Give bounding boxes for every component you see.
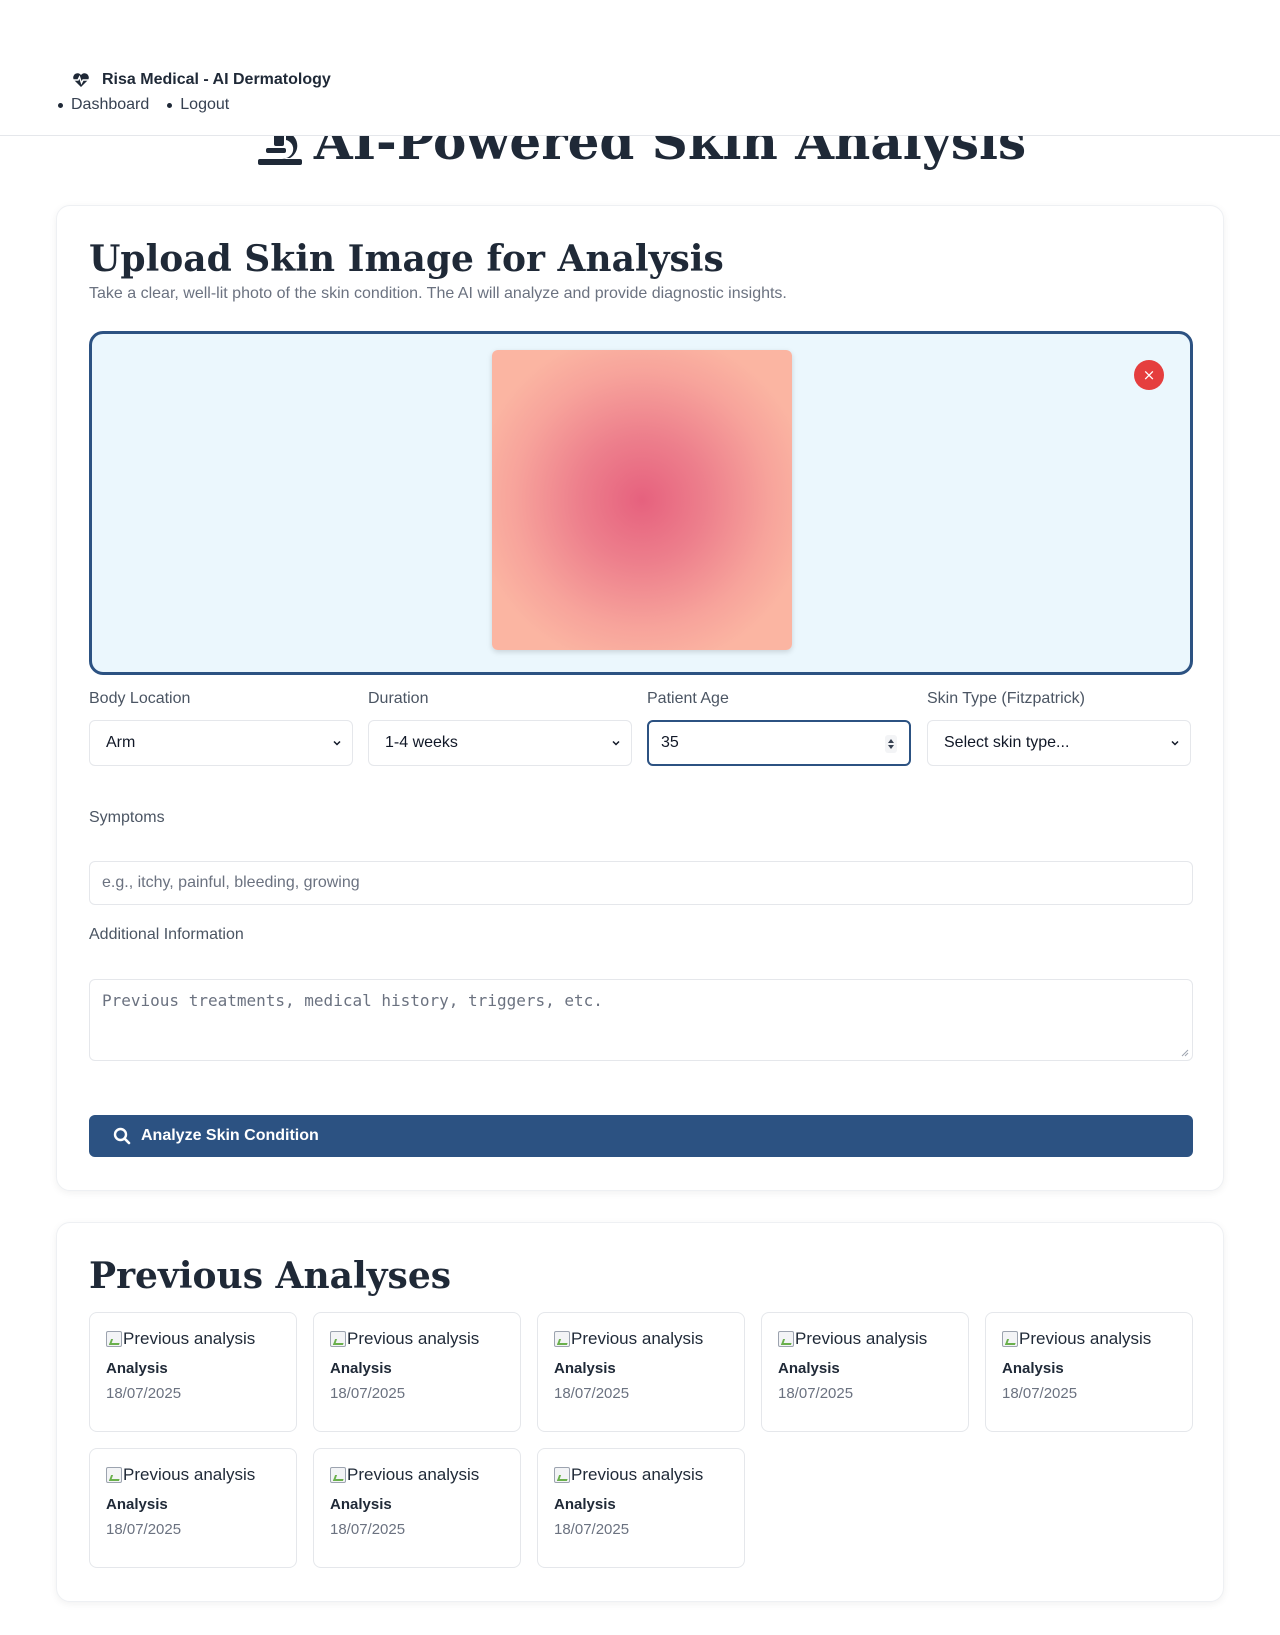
chevron-down-icon (333, 740, 341, 746)
history-item[interactable]: Previous analysis Analysis 18/07/2025 (313, 1312, 521, 1432)
history-item-label: Analysis (106, 1496, 168, 1513)
history-item-date: 18/07/2025 (554, 1385, 630, 1402)
history-item-date: 18/07/2025 (106, 1385, 182, 1402)
analyze-button-label: Analyze Skin Condition (141, 1127, 319, 1144)
history-thumbnail: Previous analysis (778, 1328, 952, 1350)
broken-image-icon (554, 1467, 570, 1483)
remove-image-button[interactable]: × (1134, 360, 1164, 390)
patient-age-value: 35 (661, 734, 679, 751)
history-item[interactable]: Previous analysis Analysis 18/07/2025 (537, 1312, 745, 1432)
history-item-date: 18/07/2025 (330, 1385, 406, 1402)
chevron-down-icon (612, 740, 620, 746)
history-item-date: 18/07/2025 (1002, 1385, 1078, 1402)
duration-value: 1-4 weeks (385, 734, 458, 751)
heartbeat-icon (73, 73, 89, 87)
thumbnail-alt-text: Previous analysis (123, 1329, 256, 1348)
upload-card: Upload Skin Image for Analysis Take a cl… (56, 205, 1224, 1191)
symptoms-input[interactable]: e.g., itchy, painful, bleeding, growing (89, 861, 1193, 905)
image-dropzone[interactable]: × (89, 331, 1193, 675)
brand-name: Risa Medical - AI Dermatology (102, 71, 331, 88)
resize-handle-icon[interactable] (1181, 1049, 1189, 1057)
additional-info-textarea[interactable]: Previous treatments, medical history, tr… (89, 979, 1193, 1061)
duration-select[interactable]: 1-4 weeks (368, 720, 632, 766)
history-thumbnail: Previous analysis (106, 1328, 280, 1350)
nav-list: Dashboard Logout (58, 96, 229, 114)
upload-title: Upload Skin Image for Analysis (89, 238, 724, 280)
broken-image-icon (778, 1331, 794, 1347)
broken-image-icon (1002, 1331, 1018, 1347)
thumbnail-alt-text: Previous analysis (571, 1465, 704, 1484)
history-title: Previous Analyses (89, 1255, 451, 1297)
history-item[interactable]: Previous analysis Analysis 18/07/2025 (761, 1312, 969, 1432)
history-thumbnail: Previous analysis (554, 1328, 728, 1350)
duration-label: Duration (368, 690, 429, 707)
nav-item-dashboard[interactable]: Dashboard (58, 96, 149, 114)
top-navbar: Risa Medical - AI Dermatology Dashboard … (0, 0, 1280, 136)
history-card: Previous Analyses Previous analysis Anal… (56, 1222, 1224, 1602)
body-location-label: Body Location (89, 690, 191, 707)
nav-item-logout[interactable]: Logout (167, 96, 229, 114)
history-item-label: Analysis (554, 1360, 616, 1377)
history-item-label: Analysis (554, 1496, 616, 1513)
thumbnail-alt-text: Previous analysis (347, 1329, 480, 1348)
image-preview (492, 350, 792, 650)
broken-image-icon (106, 1467, 122, 1483)
broken-image-icon (106, 1331, 122, 1347)
broken-image-icon (554, 1331, 570, 1347)
body-location-select[interactable]: Arm (89, 720, 353, 766)
upload-subtitle: Take a clear, well-lit photo of the skin… (89, 285, 787, 302)
additional-info-label: Additional Information (89, 926, 244, 943)
history-thumbnail: Previous analysis (330, 1464, 504, 1486)
thumbnail-alt-text: Previous analysis (571, 1329, 704, 1348)
brand[interactable]: Risa Medical - AI Dermatology (72, 71, 331, 89)
history-item-label: Analysis (330, 1496, 392, 1513)
history-thumbnail: Previous analysis (1002, 1328, 1176, 1350)
history-grid: Previous analysis Analysis 18/07/2025 Pr… (89, 1312, 1193, 1568)
patient-age-label: Patient Age (647, 690, 729, 707)
history-item-label: Analysis (330, 1360, 392, 1377)
thumbnail-alt-text: Previous analysis (347, 1465, 480, 1484)
thumbnail-alt-text: Previous analysis (1019, 1329, 1152, 1348)
history-item[interactable]: Previous analysis Analysis 18/07/2025 (89, 1448, 297, 1568)
history-item-label: Analysis (1002, 1360, 1064, 1377)
additional-info-placeholder: Previous treatments, medical history, tr… (102, 991, 603, 1010)
symptoms-label: Symptoms (89, 809, 165, 826)
thumbnail-alt-text: Previous analysis (123, 1465, 256, 1484)
chevron-down-icon (1171, 740, 1179, 746)
patient-age-input[interactable]: 35 (647, 720, 911, 766)
history-item[interactable]: Previous analysis Analysis 18/07/2025 (537, 1448, 745, 1568)
history-item[interactable]: Previous analysis Analysis 18/07/2025 (313, 1448, 521, 1568)
history-item[interactable]: Previous analysis Analysis 18/07/2025 (985, 1312, 1193, 1432)
history-item-label: Analysis (106, 1360, 168, 1377)
search-icon (113, 1127, 131, 1145)
history-thumbnail: Previous analysis (554, 1464, 728, 1486)
history-item-date: 18/07/2025 (554, 1521, 630, 1538)
number-spinner[interactable] (885, 735, 897, 753)
history-item-label: Analysis (778, 1360, 840, 1377)
history-item[interactable]: Previous analysis Analysis 18/07/2025 (89, 1312, 297, 1432)
history-item-date: 18/07/2025 (778, 1385, 854, 1402)
skin-type-value: Select skin type... (944, 734, 1070, 751)
history-item-date: 18/07/2025 (106, 1521, 182, 1538)
broken-image-icon (330, 1467, 346, 1483)
skin-type-label: Skin Type (Fitzpatrick) (927, 690, 1085, 707)
broken-image-icon (330, 1331, 346, 1347)
analyze-button[interactable]: Analyze Skin Condition (89, 1115, 1193, 1157)
history-thumbnail: Previous analysis (330, 1328, 504, 1350)
history-thumbnail: Previous analysis (106, 1464, 280, 1486)
thumbnail-alt-text: Previous analysis (795, 1329, 928, 1348)
history-item-date: 18/07/2025 (330, 1521, 406, 1538)
body-location-value: Arm (106, 734, 136, 751)
skin-type-select[interactable]: Select skin type... (927, 720, 1191, 766)
